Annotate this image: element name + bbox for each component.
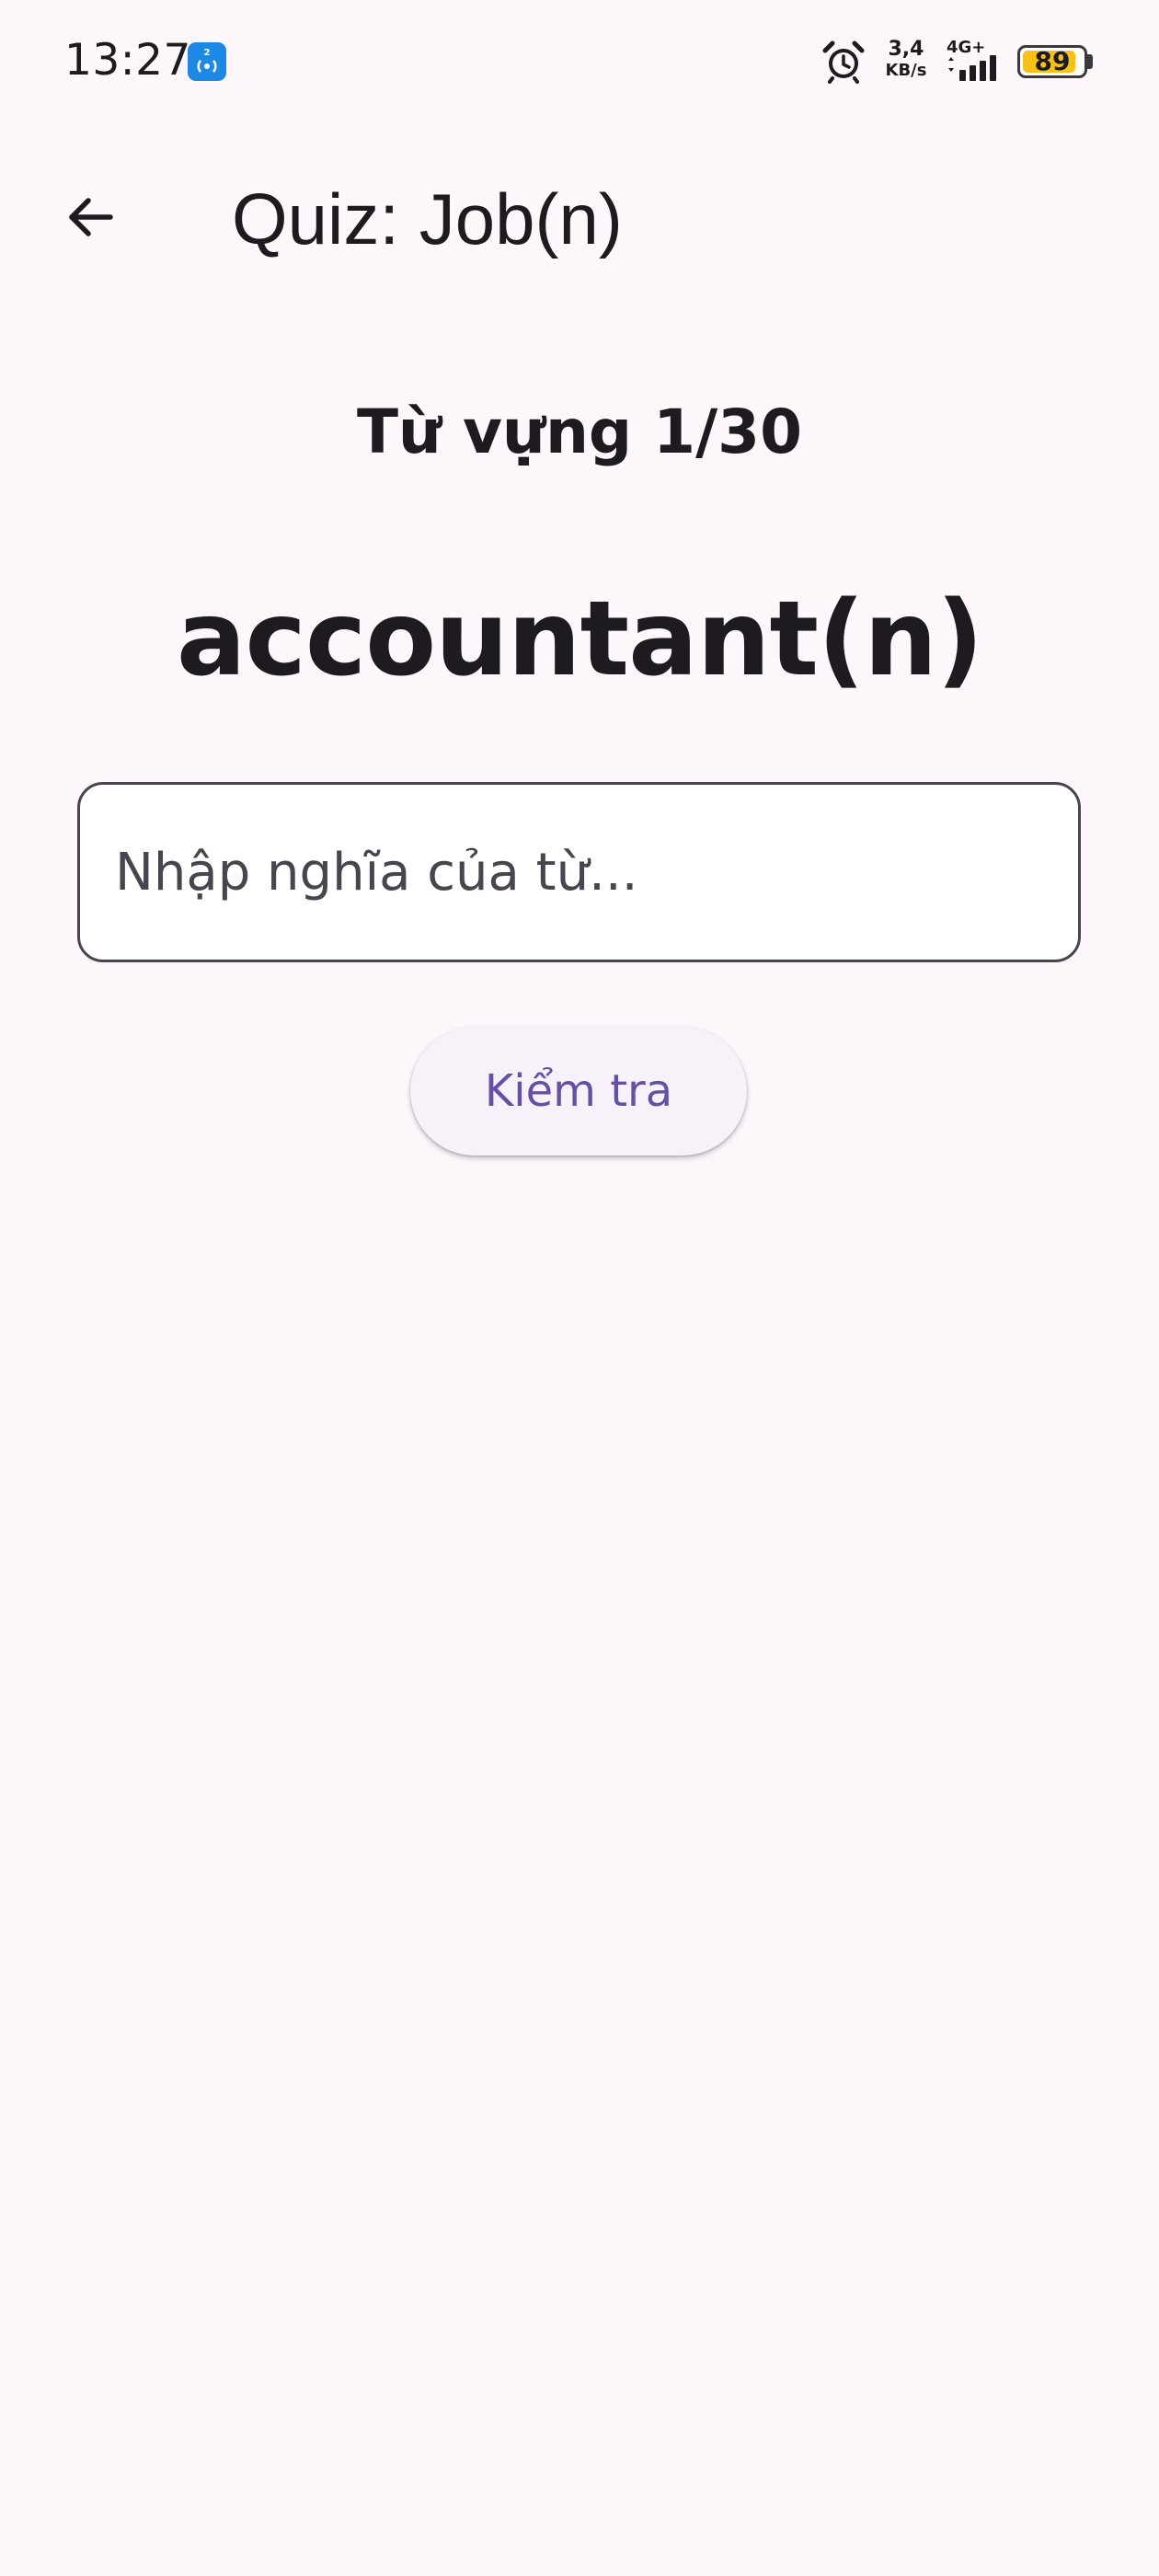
- arrow-back-icon: [63, 190, 118, 248]
- check-button[interactable]: Kiểm tra: [410, 1027, 747, 1156]
- answer-input[interactable]: [115, 785, 1035, 960]
- network-speed: 3,4 KB/s: [878, 39, 934, 81]
- status-bar: 13:27 2 3,4 KB/s 4G+ 89: [0, 0, 1159, 124]
- battery-icon: 89: [1017, 45, 1087, 78]
- battery-tip: [1087, 54, 1093, 69]
- app-bar: Quiz: Job(n): [0, 138, 1159, 300]
- page-title: Quiz: Job(n): [232, 178, 623, 259]
- svg-text:2: 2: [204, 48, 211, 58]
- network-speed-value: 3,4: [888, 38, 924, 61]
- hotspot-icon: 2: [188, 42, 226, 81]
- answer-field[interactable]: [77, 782, 1081, 962]
- alarm-icon: [821, 40, 866, 87]
- network-type-label: 4G+: [947, 38, 986, 57]
- status-time: 13:27: [64, 35, 191, 86]
- quiz-progress-label: Từ vựng 1/30: [356, 397, 803, 467]
- back-button[interactable]: [46, 175, 134, 263]
- battery-level: 89: [1034, 46, 1071, 76]
- signal-icon: [945, 55, 1009, 86]
- quiz-word: accountant(n): [176, 580, 983, 699]
- network-speed-unit: KB/s: [885, 61, 927, 80]
